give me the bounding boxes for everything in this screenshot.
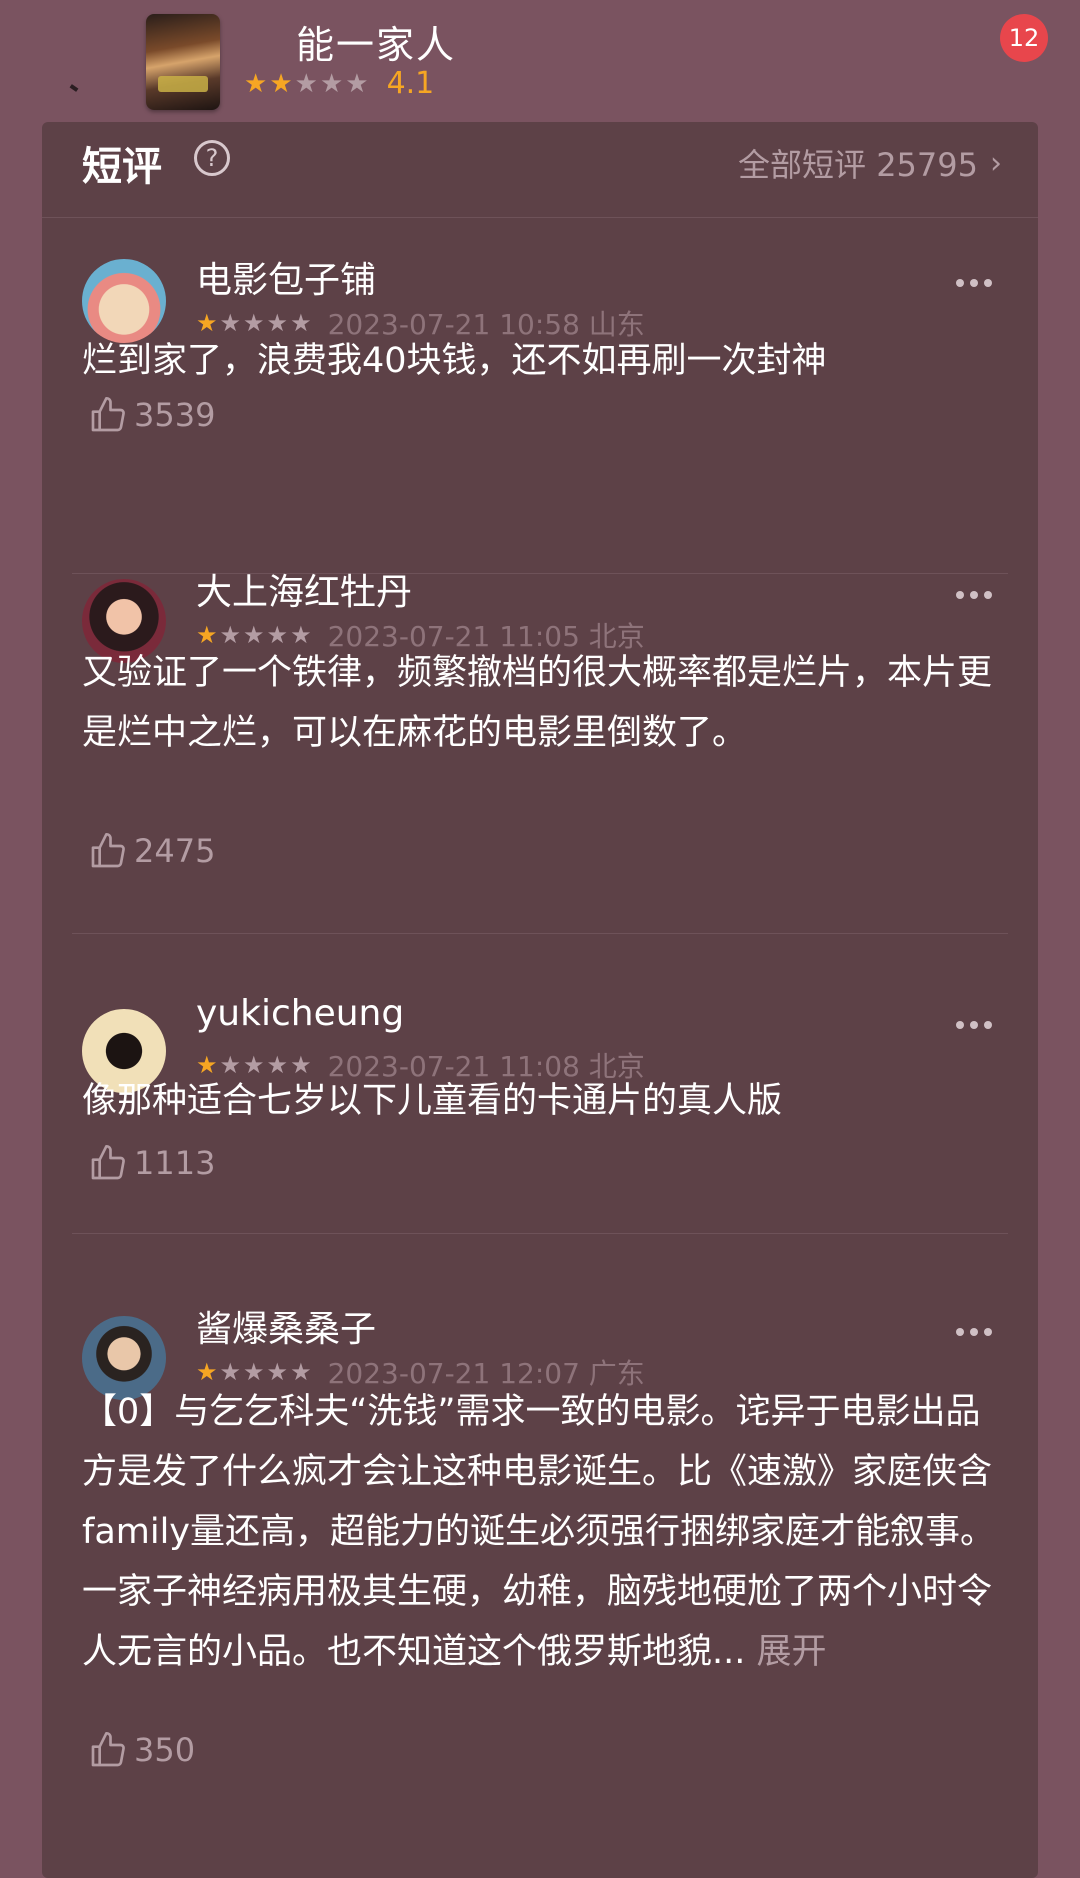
notification-badge[interactable]: 12: [1000, 14, 1048, 62]
comment-text: 烂到家了，浪费我40块钱，还不如再刷一次封神: [82, 341, 827, 381]
movie-poster[interactable]: [146, 14, 220, 110]
more-icon[interactable]: [956, 279, 992, 287]
user-name[interactable]: 电影包子铺: [196, 251, 376, 303]
more-icon[interactable]: [956, 591, 992, 599]
comment-text: 【0】与乞乞科夫“洗钱”需求一致的电影。诧异于电影出品方是发了什么疯才会让这种电…: [82, 1382, 1012, 1682]
movie-title: 能一家人: [296, 23, 457, 67]
comment-text-body: 【0】与乞乞科夫“洗钱”需求一致的电影。诧异于电影出品方是发了什么疯才会让这种电…: [82, 1392, 996, 1672]
help-icon[interactable]: ?: [194, 140, 230, 176]
star-icon: ★: [345, 68, 371, 99]
thumbs-up-icon: [91, 833, 125, 868]
like-button[interactable]: 1113: [88, 1143, 215, 1183]
section-header: 短评 ? 全部短评 25795 ›: [42, 122, 1038, 218]
like-count: 3539: [134, 396, 216, 434]
top-header: 能一家人 ★★★★★ 4.1 12: [0, 0, 1080, 120]
all-reviews-link[interactable]: 全部短评 25795 ›: [738, 140, 1002, 186]
expand-link[interactable]: 展开: [757, 1632, 827, 1672]
like-count: 350: [134, 1731, 196, 1769]
star-icon: ★: [319, 68, 346, 99]
comment-text: 又验证了一个铁律，频繁撤档的很大概率都是烂片，本片更是烂中之烂，可以在麻花的电影…: [82, 653, 993, 753]
section-title: 短评: [82, 144, 162, 190]
comment-text: 像那种适合七岁以下儿童看的卡通片的真人版: [82, 1081, 783, 1121]
star-icon: ★: [294, 68, 320, 99]
comment-item: yukicheung ★★★★★ 2023-07-21 11:08 北京 像那种…: [42, 993, 1038, 1337]
rating-stars: ★★★★★: [244, 71, 371, 97]
like-button[interactable]: 350: [88, 1730, 195, 1770]
like-count: 1113: [134, 1144, 216, 1182]
like-count: 2475: [134, 832, 216, 870]
more-icon[interactable]: [956, 1021, 992, 1029]
comment-stars: ★★★★★: [196, 1358, 314, 1386]
like-button[interactable]: 2475: [88, 831, 215, 871]
movie-score: 4.1: [386, 66, 435, 101]
comment-item: 酱爆桑桑子 ★★★★★ 2023-07-21 12:07 广东 【0】与乞乞科夫…: [42, 1309, 1038, 1878]
thumbs-up-icon: [91, 397, 125, 432]
user-name[interactable]: 酱爆桑桑子: [196, 1300, 376, 1352]
thumbs-up-icon: [91, 1145, 125, 1180]
divider: [72, 1233, 1008, 1234]
thumbs-up-icon: [91, 1732, 125, 1767]
movie-rating: ★★★★★ 4.1: [244, 66, 434, 101]
more-icon[interactable]: [956, 1328, 992, 1336]
back-icon[interactable]: [69, 84, 79, 92]
short-reviews-panel: 短评 ? 全部短评 25795 › 电影包子铺 ★★★★★ 2023-07-21…: [42, 122, 1038, 1878]
comment-item: 电影包子铺 ★★★★★ 2023-07-21 10:58 山东 烂到家了，浪费我…: [42, 217, 1038, 575]
user-name[interactable]: yukicheung: [196, 993, 404, 1034]
all-reviews-label: 全部短评 25795: [738, 146, 978, 184]
star-icon: ★: [269, 68, 295, 99]
divider: [72, 933, 1008, 934]
like-button[interactable]: 3539: [88, 395, 215, 435]
star-icon: ★: [244, 68, 270, 99]
chevron-right-icon: ›: [990, 145, 1002, 181]
user-name[interactable]: 大上海红牡丹: [196, 563, 412, 615]
comment-item: 大上海红牡丹 ★★★★★ 2023-07-21 11:05 北京 又验证了一个铁…: [42, 572, 1038, 1007]
